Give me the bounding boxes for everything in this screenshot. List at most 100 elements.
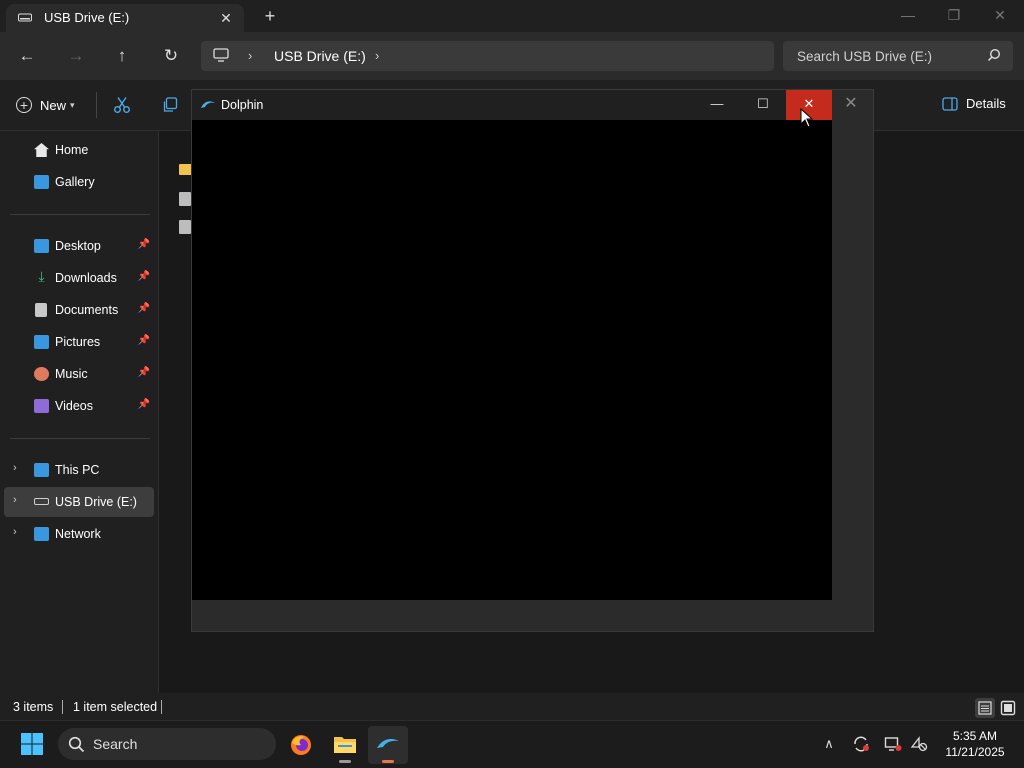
sync-icon[interactable] xyxy=(852,735,870,753)
dialog-close-icon[interactable]: ✕ xyxy=(838,92,864,118)
clock-date: 11/21/2025 xyxy=(945,745,1005,759)
close-button[interactable]: ✕ xyxy=(977,0,1023,32)
search-placeholder: Search USB Drive (E:) xyxy=(797,49,933,64)
sidebar-item-label: This PC xyxy=(55,463,100,477)
firefox-icon xyxy=(291,735,311,755)
clock-time: 5:35 AM xyxy=(952,729,998,743)
dolphin-render-canvas[interactable] xyxy=(192,120,832,600)
sidebar-item-label: Home xyxy=(55,143,89,157)
sidebar-item-home[interactable]: Home xyxy=(4,135,154,165)
dolphin-maximize-button[interactable]: ☐ xyxy=(740,90,786,120)
refresh-button[interactable]: ↻ xyxy=(156,42,186,70)
home-icon xyxy=(34,143,49,157)
sidebar-item-label: USB Drive (E:) xyxy=(55,495,137,509)
chevron-right-icon[interactable]: › xyxy=(13,526,17,538)
sidebar-item-downloads[interactable]: ⤓ Downloads 📌 xyxy=(4,263,154,293)
back-button[interactable]: ← xyxy=(12,42,42,70)
pin-icon[interactable]: 📌 xyxy=(138,271,150,282)
dolphin-icon xyxy=(201,101,215,108)
plus-circle-icon: + xyxy=(16,97,32,113)
dolphin-minimize-button[interactable]: — xyxy=(694,90,740,120)
sidebar-divider xyxy=(10,214,150,215)
dolphin-title: Dolphin xyxy=(221,98,264,112)
cut-icon[interactable] xyxy=(113,96,131,114)
tiles-view-button[interactable] xyxy=(998,698,1018,718)
chevron-right-icon[interactable]: › xyxy=(13,462,17,474)
item-count: 3 items xyxy=(13,700,54,714)
start-icon[interactable] xyxy=(20,732,44,756)
taskbar-dolphin[interactable] xyxy=(368,726,408,764)
details-button[interactable]: Details xyxy=(942,96,1006,111)
folder-icon xyxy=(334,737,356,753)
network-icon xyxy=(34,527,49,541)
list-view-icon xyxy=(978,701,992,715)
status-divider xyxy=(161,700,162,714)
sidebar-item-this-pc[interactable]: › This PC xyxy=(4,455,154,485)
monitor-icon xyxy=(213,48,229,62)
desktop-icon xyxy=(34,239,49,253)
details-view-button[interactable] xyxy=(975,698,995,718)
selection-count: 1 item selected xyxy=(73,700,158,714)
sidebar-item-label: Videos xyxy=(55,399,93,413)
sidebar-item-music[interactable]: Music 📌 xyxy=(4,359,154,389)
display-icon[interactable] xyxy=(884,735,902,753)
pin-icon[interactable]: 📌 xyxy=(138,367,150,378)
details-pane-icon xyxy=(942,96,958,111)
sidebar-item-videos[interactable]: Videos 📌 xyxy=(4,391,154,421)
breadcrumb-usb-drive[interactable]: USB Drive (E:) xyxy=(274,48,366,64)
pin-icon[interactable]: 📌 xyxy=(138,335,150,346)
chevron-down-icon: ▾ xyxy=(70,99,75,110)
sidebar-item-desktop[interactable]: Desktop 📌 xyxy=(4,231,154,261)
chevron-right-icon: › xyxy=(248,48,253,63)
pin-icon[interactable]: 📌 xyxy=(138,399,150,410)
dolphin-icon xyxy=(377,739,399,748)
sidebar-item-documents[interactable]: Documents 📌 xyxy=(4,295,154,325)
search-icon xyxy=(987,48,1001,62)
taskbar-search[interactable]: Search xyxy=(58,728,276,760)
new-tab-button[interactable]: + xyxy=(258,4,282,28)
usb-drive-icon xyxy=(18,13,32,22)
search-icon xyxy=(68,736,85,753)
this-pc-icon xyxy=(34,463,49,477)
new-button[interactable]: + New ▾ xyxy=(16,95,75,115)
minimize-button[interactable]: — xyxy=(885,0,931,32)
file-icon[interactable] xyxy=(179,192,191,206)
chevron-right-icon[interactable]: › xyxy=(375,48,379,63)
sidebar-item-gallery[interactable]: Gallery xyxy=(4,167,154,197)
sidebar-item-label: Music xyxy=(55,367,88,381)
sidebar-item-pictures[interactable]: Pictures 📌 xyxy=(4,327,154,357)
sidebar-divider xyxy=(10,438,150,439)
sidebar-item-usb-drive[interactable]: › USB Drive (E:) xyxy=(4,487,154,517)
sidebar-item-label: Downloads xyxy=(55,271,117,285)
taskbar-firefox[interactable] xyxy=(281,726,321,764)
music-icon xyxy=(34,367,49,381)
videos-icon xyxy=(34,399,49,413)
documents-icon xyxy=(35,303,47,317)
sidebar-item-network[interactable]: › Network xyxy=(4,519,154,549)
chevron-right-icon[interactable]: › xyxy=(13,494,17,506)
new-label: New xyxy=(40,97,67,113)
up-button[interactable]: ↑ xyxy=(107,42,137,70)
pictures-icon xyxy=(34,335,49,349)
pin-icon[interactable]: 📌 xyxy=(138,303,150,314)
taskbar-search-placeholder: Search xyxy=(93,736,138,752)
sidebar-item-label: Pictures xyxy=(55,335,101,349)
tab-usb-drive[interactable]: USB Drive (E:) ✕ xyxy=(6,4,244,32)
pin-icon[interactable]: 📌 xyxy=(138,239,150,250)
file-icon[interactable] xyxy=(179,220,191,234)
copy-icon[interactable] xyxy=(162,97,178,113)
network-status-icon[interactable] xyxy=(910,735,928,753)
mouse-cursor-icon xyxy=(800,108,814,128)
tab-close-icon[interactable]: ✕ xyxy=(216,8,236,28)
show-hidden-icons-icon[interactable]: ∧ xyxy=(820,736,838,752)
system-clock[interactable]: 5:35 AM 11/21/2025 xyxy=(936,728,1014,760)
address-bar[interactable]: › USB Drive (E:) › xyxy=(201,41,774,71)
restore-button[interactable]: ❐ xyxy=(931,0,977,32)
search-box[interactable]: Search USB Drive (E:) xyxy=(783,41,1013,71)
toolbar-divider xyxy=(96,92,97,118)
downloads-icon: ⤓ xyxy=(38,268,45,284)
usb-drive-icon xyxy=(34,498,49,505)
taskbar-file-explorer[interactable] xyxy=(325,726,365,764)
status-divider xyxy=(62,700,63,714)
forward-button[interactable]: → xyxy=(61,42,91,70)
